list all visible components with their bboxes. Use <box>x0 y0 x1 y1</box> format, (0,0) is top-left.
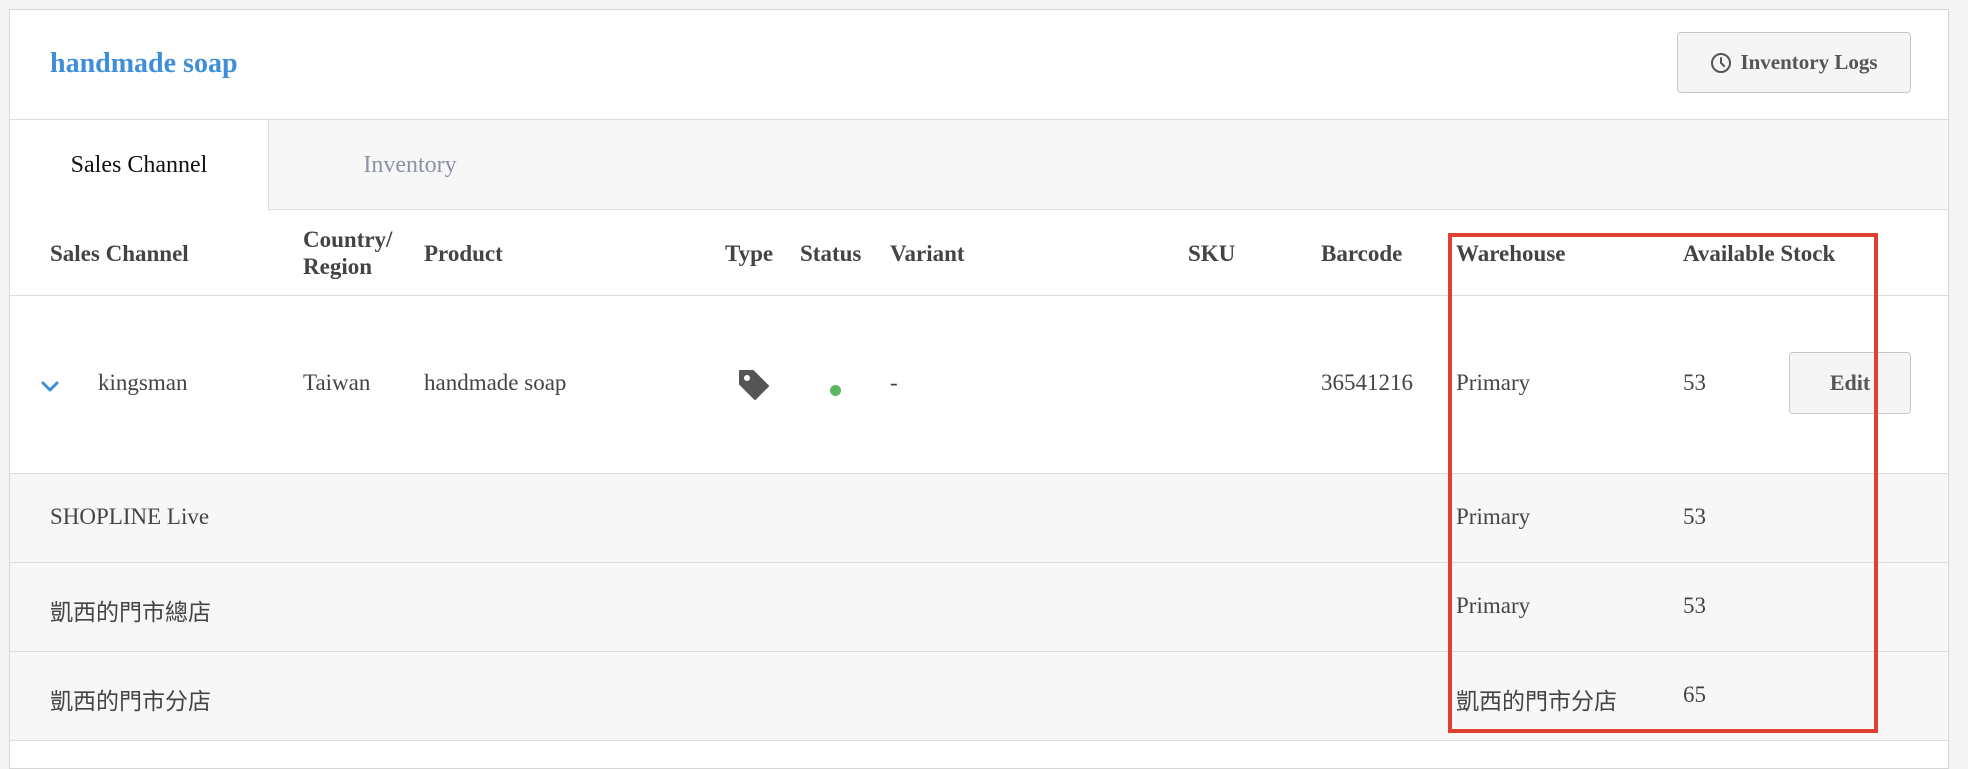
col-sku: SKU <box>1188 241 1236 266</box>
sales-channel-cell: kingsman <box>98 370 188 395</box>
warehouse-cell: Primary <box>1456 593 1531 618</box>
col-type: Type <box>725 241 774 266</box>
chevron-down-icon[interactable] <box>40 380 60 399</box>
col-status: Status <box>800 241 862 266</box>
tab-bar: Sales Channel Inventory <box>10 120 1948 211</box>
tag-icon <box>737 368 771 407</box>
col-barcode: Barcode <box>1321 241 1403 266</box>
sales-channel-cell: 凱西的門市總店 <box>50 600 211 625</box>
col-variant: Variant <box>890 241 965 266</box>
status-dot <box>830 385 841 396</box>
clock-icon <box>1710 52 1732 74</box>
available-stock-cell: 53 <box>1683 504 1706 529</box>
table-row: kingsman Taiwan handmade soap - 36541216… <box>10 296 1948 474</box>
table-row: 凱西的門市分店 凱西的門市分店 65 <box>10 652 1948 741</box>
product-card: handmade soap Inventory Logs Sales Chann… <box>9 9 1949 769</box>
warehouse-cell: Primary <box>1456 504 1531 529</box>
variant-cell: - <box>890 370 898 395</box>
inventory-logs-label: Inventory Logs <box>1740 50 1878 74</box>
tab-sales-channel[interactable]: Sales Channel <box>10 120 269 211</box>
available-stock-cell: 53 <box>1683 370 1706 395</box>
country-cell: Taiwan <box>303 370 371 395</box>
col-country-line2: Region <box>303 254 372 279</box>
inventory-logs-button[interactable]: Inventory Logs <box>1677 32 1911 93</box>
table-row: SHOPLINE Live Primary 53 <box>10 474 1948 563</box>
product-cell: handmade soap <box>424 370 567 395</box>
card-header: handmade soap Inventory Logs <box>10 10 1948 120</box>
sales-channel-cell: 凱西的門市分店 <box>50 689 211 714</box>
edit-button[interactable]: Edit <box>1789 352 1911 414</box>
table-header: Sales Channel Country/ Region Product Ty… <box>10 210 1948 296</box>
col-warehouse: Warehouse <box>1456 241 1566 266</box>
sales-channel-cell: SHOPLINE Live <box>50 504 210 529</box>
col-sales-channel: Sales Channel <box>50 241 189 266</box>
barcode-cell: 36541216 <box>1321 370 1413 395</box>
col-product: Product <box>424 241 503 266</box>
warehouse-cell: 凱西的門市分店 <box>1456 689 1617 714</box>
warehouse-cell: Primary <box>1456 370 1531 395</box>
table-row: 凱西的門市總店 Primary 53 <box>10 563 1948 652</box>
col-country-line1: Country/ <box>303 227 393 252</box>
available-stock-cell: 65 <box>1683 682 1706 707</box>
available-stock-cell: 53 <box>1683 593 1706 618</box>
col-available-stock: Available Stock <box>1683 241 1836 266</box>
tab-inventory[interactable]: Inventory <box>310 120 510 210</box>
product-title: handmade soap <box>50 48 238 79</box>
col-country-region: Country/ Region <box>303 226 392 280</box>
